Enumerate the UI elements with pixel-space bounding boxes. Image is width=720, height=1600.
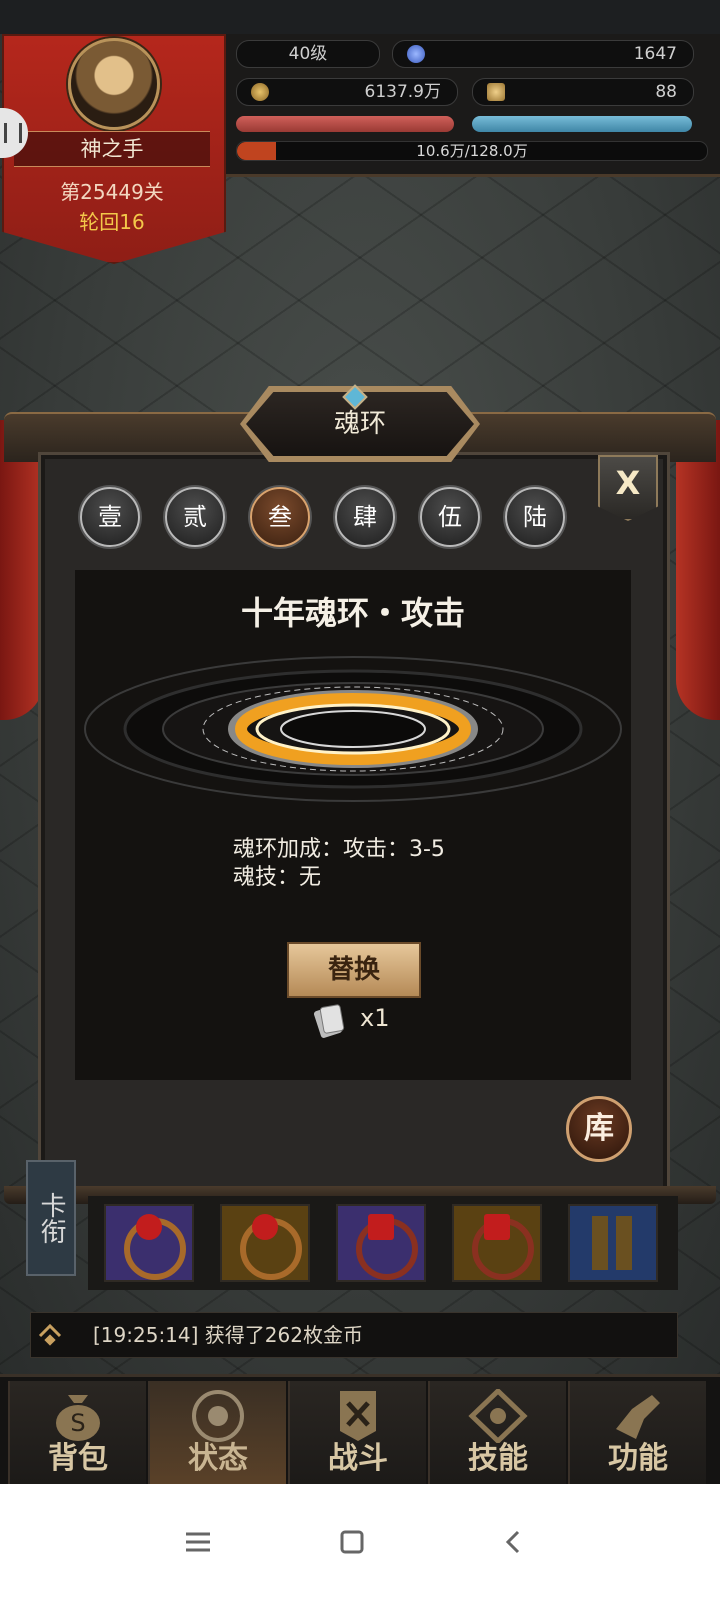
equip-slot-bracelet[interactable] <box>452 1204 542 1282</box>
expand-up-icon[interactable] <box>37 1321 63 1347</box>
nav-label: 功能 <box>608 1441 668 1476</box>
nav-label: 技能 <box>468 1441 528 1476</box>
ticket-icon <box>487 83 505 101</box>
diamond-icon <box>407 45 425 63</box>
ruby-icon <box>136 1214 162 1240</box>
equip-slot-boots[interactable] <box>568 1204 658 1282</box>
nav-label: 背包 <box>48 1441 108 1476</box>
equip-slot-bracelet[interactable] <box>336 1204 426 1282</box>
ring-bonus-text: 魂环加成：攻击：3-5 魂技：无 <box>233 836 445 892</box>
player-name: 神之手 <box>80 137 144 161</box>
nav-battle[interactable]: 战斗 <box>288 1381 426 1485</box>
system-navigation-bar <box>0 1484 720 1600</box>
side-panel-label[interactable]: 卡衔 <box>26 1160 76 1276</box>
tab-5[interactable]: 伍 <box>420 487 480 547</box>
nav-bag[interactable]: S 背包 <box>8 1381 146 1485</box>
ruby-icon <box>252 1214 278 1240</box>
nav-label: 战斗 <box>328 1441 388 1476</box>
ring-bonus-line: 魂环加成：攻击：3-5 <box>233 837 445 862</box>
name-plate: 神之手 <box>14 131 210 167</box>
soul-ring-tabs: 壹 贰 叁 肆 伍 陆 <box>80 487 570 547</box>
curtain-right <box>676 420 720 720</box>
diamond-count: 1647 <box>633 44 677 64</box>
gem-icon <box>484 1214 510 1240</box>
mp-bar <box>472 116 692 132</box>
equip-slot-ring[interactable] <box>104 1204 194 1282</box>
gem-icon <box>368 1214 394 1240</box>
menu-icon[interactable] <box>178 1522 218 1562</box>
cycle-text: 轮回16 <box>79 210 145 234</box>
gold-pill: 6137.9万 <box>236 78 458 106</box>
stage-text: 第25449关 <box>60 180 164 204</box>
nav-label: 状态 <box>188 1441 248 1476</box>
replace-button[interactable]: 替换 <box>287 942 421 998</box>
player-avatar[interactable] <box>68 38 160 130</box>
bottom-navigation: S 背包 状态 战斗 技能 功能 <box>0 1374 720 1489</box>
ring-detail-panel: 十年魂环・攻击 魂环加成：攻击：3-5 魂技：无 替换 x1 <box>75 570 631 1080</box>
ring-name: 十年魂环・攻击 <box>240 594 465 632</box>
home-icon[interactable] <box>332 1522 372 1562</box>
nav-skills[interactable]: 技能 <box>428 1381 566 1485</box>
equip-slot-ring[interactable] <box>220 1204 310 1282</box>
level-pill: 40级 <box>236 40 380 68</box>
exp-text: 10.6万/128.0万 <box>416 142 528 160</box>
tab-6[interactable]: 陆 <box>505 487 565 547</box>
hp-bar <box>236 116 454 132</box>
tab-2[interactable]: 贰 <box>165 487 225 547</box>
library-button[interactable]: 库 <box>566 1096 632 1162</box>
back-icon[interactable] <box>494 1522 534 1562</box>
nav-status[interactable]: 状态 <box>148 1381 286 1489</box>
status-bar-area <box>0 0 720 34</box>
tab-1[interactable]: 壹 <box>80 487 140 547</box>
diamond-pill: 1647 <box>392 40 694 68</box>
equipment-strip <box>88 1196 678 1290</box>
tab-3[interactable]: 叁 <box>250 487 310 547</box>
log-message: [19:25:14] 获得了262枚金币 <box>93 1323 363 1347</box>
boots-icon-right <box>616 1216 632 1270</box>
scroll-icon <box>313 1004 345 1038</box>
gold-coin-icon <box>251 83 269 101</box>
gold-count: 6137.9万 <box>364 82 441 102</box>
cost-count: x1 <box>360 1004 390 1032</box>
nav-function[interactable]: 功能 <box>568 1381 706 1485</box>
message-log[interactable]: [19:25:14] 获得了262枚金币 <box>30 1312 678 1358</box>
level-text: 40级 <box>288 44 328 64</box>
tab-4[interactable]: 肆 <box>335 487 395 547</box>
ticket-pill: 88 <box>472 78 694 106</box>
boots-icon <box>592 1216 608 1270</box>
soul-ring-image <box>84 656 622 802</box>
ticket-count: 88 <box>655 82 677 102</box>
ring-skill-line: 魂技：无 <box>233 865 322 890</box>
exp-bar: 10.6万/128.0万 <box>236 141 708 161</box>
